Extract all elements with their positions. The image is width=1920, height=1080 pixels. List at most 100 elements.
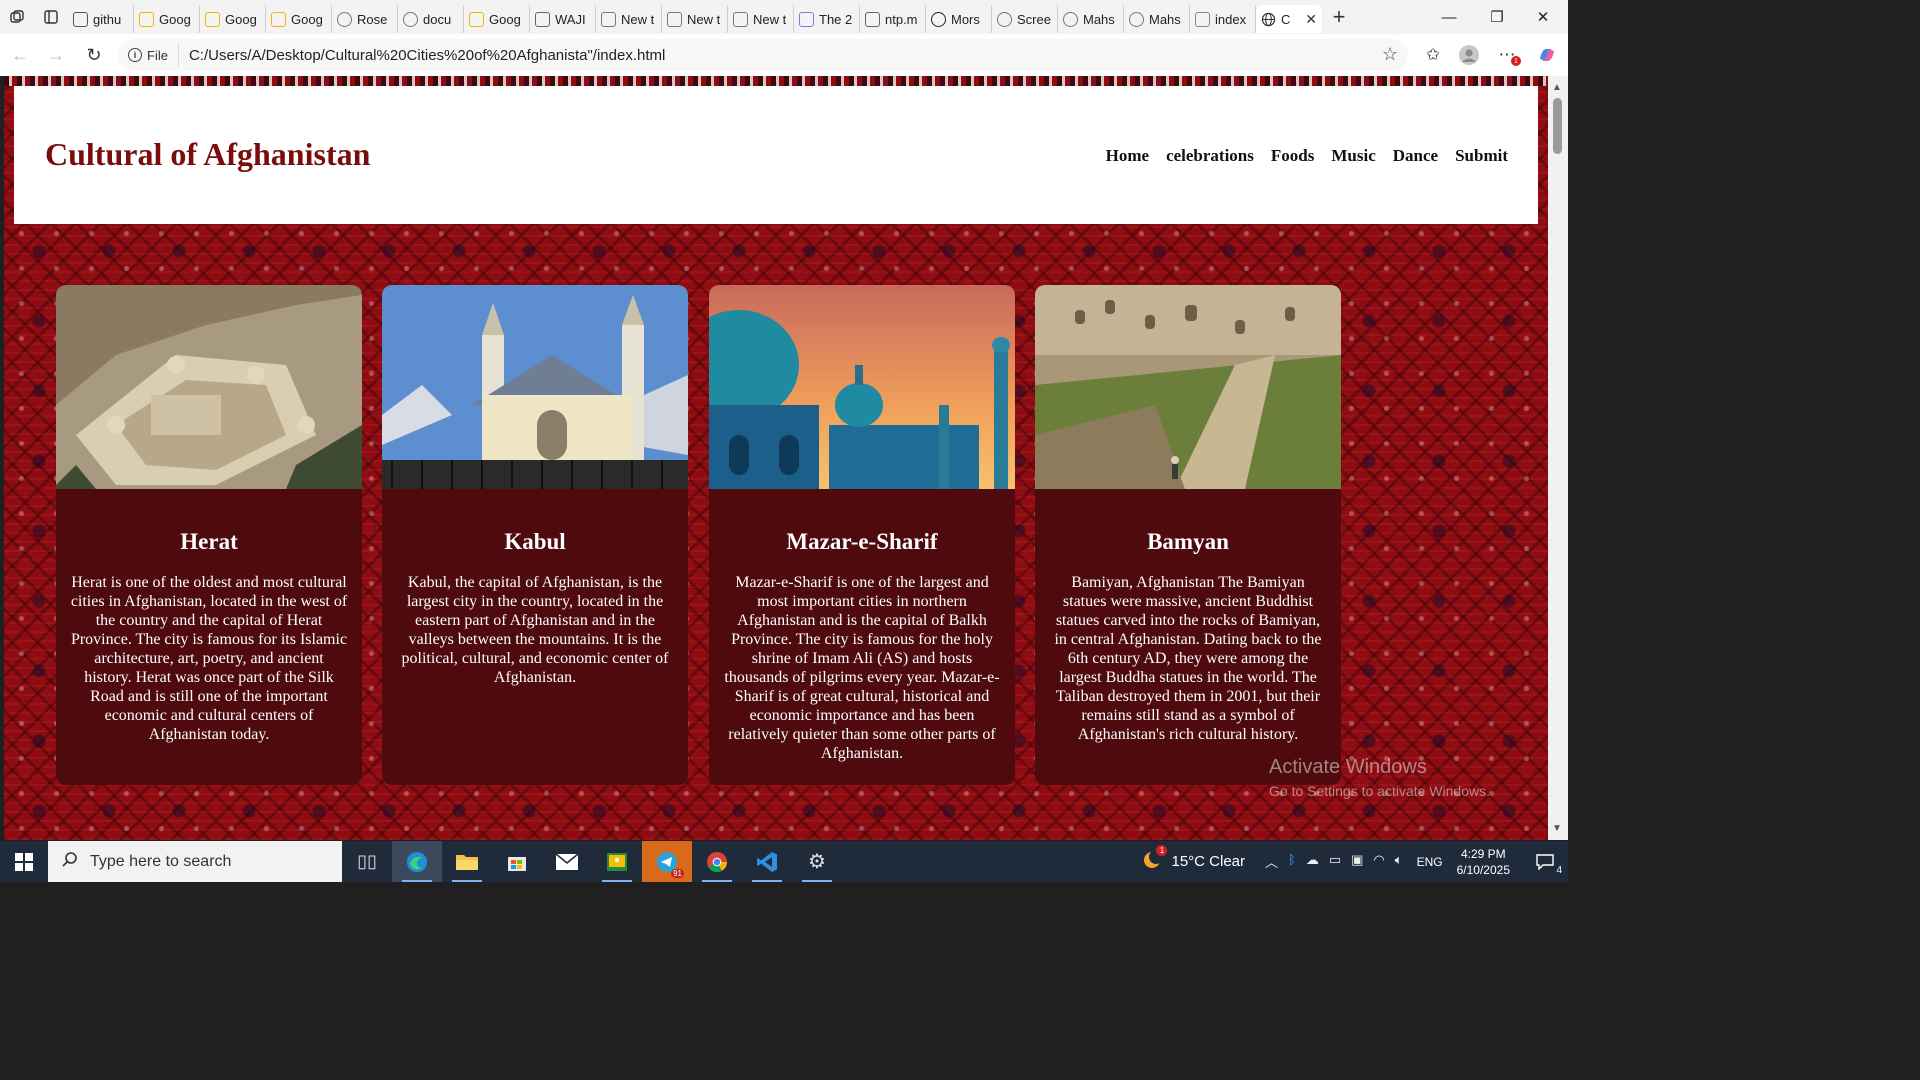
browser-tab[interactable]: Mors bbox=[926, 5, 992, 33]
url-text[interactable]: C:/Users/A/Desktop/Cultural%20Cities%20o… bbox=[179, 47, 665, 64]
tab-label: New t bbox=[621, 11, 655, 27]
microsoft-store-icon[interactable] bbox=[492, 841, 542, 882]
vertical-tabs-icon[interactable] bbox=[34, 0, 68, 34]
city-card-bamyan[interactable]: Bamyan Bamiyan, Afghanistan The Bamiyan … bbox=[1035, 285, 1341, 785]
google-classroom-icon bbox=[271, 11, 286, 27]
nav-foods[interactable]: Foods bbox=[1271, 146, 1314, 166]
close-tab-icon[interactable]: ✕ bbox=[1305, 11, 1317, 28]
profile-avatar[interactable] bbox=[1452, 38, 1486, 72]
taskbar-search-box[interactable]: Type here to search bbox=[48, 841, 342, 882]
browser-tab[interactable]: Goog bbox=[134, 5, 200, 33]
favorite-star-icon[interactable]: ☆ bbox=[1382, 44, 1398, 65]
device-icon[interactable]: ▣ bbox=[1351, 852, 1363, 871]
workspaces-icon[interactable] bbox=[0, 0, 34, 34]
tab-label: Goog bbox=[159, 11, 191, 27]
city-card-mazar-e-sharif[interactable]: Mazar-e-Sharif Mazar-e-Sharif is one of … bbox=[709, 285, 1015, 785]
blue-mosque-photo bbox=[709, 285, 1015, 489]
settings-gear-icon[interactable]: ⚙ bbox=[792, 841, 842, 882]
tab-label: githu bbox=[93, 11, 122, 27]
tab-label: New t bbox=[687, 11, 721, 27]
browser-tab[interactable]: New t bbox=[662, 5, 728, 33]
nav-dance[interactable]: Dance bbox=[1393, 146, 1438, 166]
windows-logo-icon bbox=[15, 852, 33, 871]
weather-badge: 1 bbox=[1156, 844, 1168, 856]
browser-tab[interactable]: index bbox=[1190, 5, 1256, 33]
favorites-icon[interactable]: ✩ bbox=[1416, 38, 1450, 72]
refresh-button[interactable]: ↻ bbox=[76, 37, 112, 73]
tab-active[interactable]: C ✕ bbox=[1256, 5, 1322, 33]
nav-celebrations[interactable]: celebrations bbox=[1166, 146, 1254, 166]
globe-icon bbox=[931, 11, 946, 27]
vscode-icon[interactable] bbox=[742, 841, 792, 882]
browser-tab[interactable]: Mahs bbox=[1124, 5, 1190, 33]
city-card-kabul[interactable]: Kabul Kabul, the capital of Afghanistan,… bbox=[382, 285, 688, 785]
tab-label: Goog bbox=[291, 11, 323, 27]
notification-count: 4 bbox=[1556, 864, 1562, 876]
herat-citadel-photo bbox=[56, 285, 362, 489]
city-card-herat[interactable]: Herat Herat is one of the oldest and mos… bbox=[56, 285, 362, 785]
weather-widget[interactable]: 1 15°C Clear bbox=[1141, 844, 1245, 875]
telegram-icon[interactable]: 91 bbox=[642, 841, 692, 882]
browser-tab[interactable]: ntp.m bbox=[860, 5, 926, 33]
browser-tab[interactable]: WAJI bbox=[530, 5, 596, 33]
scroll-down-arrow-icon[interactable]: ▼ bbox=[1552, 823, 1562, 834]
start-button[interactable] bbox=[0, 841, 48, 882]
card-description: Herat is one of the oldest and most cult… bbox=[70, 574, 348, 743]
language-indicator[interactable]: ENG bbox=[1417, 855, 1443, 869]
volume-icon[interactable]: 🔈︎ bbox=[1395, 852, 1403, 871]
settings-more-icon[interactable]: ⋯ 1 bbox=[1490, 38, 1524, 72]
browser-tab[interactable]: Rose bbox=[332, 5, 398, 33]
forward-button[interactable]: → bbox=[38, 37, 74, 73]
page-scrollbar[interactable]: ▲ ▼ bbox=[1548, 76, 1568, 840]
tab-label: Goog bbox=[225, 11, 257, 27]
tab-label: Mahs bbox=[1083, 11, 1115, 27]
browser-tab[interactable]: Goog bbox=[266, 5, 332, 33]
task-view-icon[interactable]: ▯▯ bbox=[342, 841, 392, 882]
tab-label: Mors bbox=[951, 11, 980, 27]
browser-tab[interactable]: Mahs bbox=[1058, 5, 1124, 33]
restore-button[interactable]: ❐ bbox=[1474, 0, 1520, 34]
tab-label: Mahs bbox=[1149, 11, 1181, 27]
battery-icon[interactable]: ▭ bbox=[1329, 852, 1341, 871]
browser-tab[interactable]: Goog bbox=[464, 5, 530, 33]
tab-label: Goog bbox=[489, 11, 521, 27]
mail-icon[interactable] bbox=[542, 841, 592, 882]
site-nav: Home celebrations Foods Music Dance Subm… bbox=[1106, 146, 1508, 166]
close-window-button[interactable]: ✕ bbox=[1520, 0, 1566, 34]
file-explorer-icon[interactable] bbox=[442, 841, 492, 882]
scrollbar-thumb[interactable] bbox=[1553, 98, 1562, 154]
browser-tab[interactable]: New t bbox=[728, 5, 794, 33]
system-tray: 1 15°C Clear ︿ ᛒ ☁ ▭ ▣ ◠ 🔈︎ ENG 4:29 PM … bbox=[1141, 841, 1568, 882]
clock-time: 4:29 PM bbox=[1460, 846, 1506, 861]
site-info-button[interactable]: i File bbox=[118, 43, 179, 67]
browser-tab[interactable]: The 2 bbox=[794, 5, 860, 33]
back-button[interactable]: ← bbox=[2, 37, 38, 73]
address-bar[interactable]: i File C:/Users/A/Desktop/Cultural%20Cit… bbox=[118, 39, 1408, 71]
google-classroom-icon[interactable] bbox=[592, 841, 642, 882]
show-hidden-icons-chevron-icon[interactable]: ︿ bbox=[1265, 852, 1278, 871]
clock[interactable]: 4:29 PM 6/10/2025 bbox=[1457, 846, 1510, 878]
globe-icon bbox=[1063, 11, 1078, 27]
browser-tab[interactable]: New t bbox=[596, 5, 662, 33]
browser-tab[interactable]: Scree bbox=[992, 5, 1058, 33]
tab-label: New t bbox=[753, 11, 787, 27]
nav-home[interactable]: Home bbox=[1106, 146, 1149, 166]
edge-taskbar-icon[interactable] bbox=[392, 841, 442, 882]
copilot-icon[interactable] bbox=[1530, 38, 1564, 72]
bluetooth-icon[interactable]: ᛒ bbox=[1288, 852, 1296, 871]
chrome-icon[interactable] bbox=[692, 841, 742, 882]
new-tab-button[interactable]: + bbox=[1322, 0, 1356, 34]
onedrive-cloud-icon[interactable]: ☁ bbox=[1306, 852, 1319, 871]
nav-music[interactable]: Music bbox=[1331, 146, 1375, 166]
minimize-button[interactable]: — bbox=[1426, 0, 1472, 34]
browser-tab-strip: githu Goog Goog Goog Rose docu Goog WAJI New t Ne… bbox=[0, 0, 1568, 34]
browser-tab[interactable]: Goog bbox=[200, 5, 266, 33]
nav-submit[interactable]: Submit bbox=[1455, 146, 1508, 166]
wifi-icon[interactable]: ◠ bbox=[1373, 852, 1384, 871]
weather-moon-icon: 1 bbox=[1141, 844, 1168, 875]
watermark-title: Activate Windows bbox=[1269, 756, 1427, 778]
notification-center-icon[interactable]: 4 bbox=[1528, 853, 1562, 876]
scroll-up-arrow-icon[interactable]: ▲ bbox=[1552, 82, 1562, 93]
browser-tab[interactable]: docu bbox=[398, 5, 464, 33]
browser-tab[interactable]: githu bbox=[68, 5, 134, 33]
